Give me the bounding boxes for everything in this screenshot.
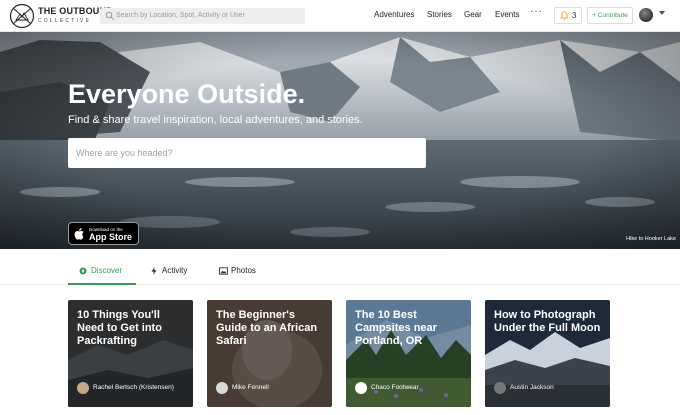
tab-photos-label: Photos	[231, 266, 256, 275]
nav-stories[interactable]: Stories	[427, 10, 452, 20]
tab-photos[interactable]: Photos	[219, 266, 264, 276]
active-tab-indicator	[68, 283, 136, 285]
compass-icon	[79, 267, 87, 275]
author-avatar	[355, 382, 367, 394]
author-name: Mike Fennell	[232, 384, 269, 391]
story-card[interactable]: How to Photograph Under the Full Moon Au…	[485, 300, 610, 407]
author-name: Rachel Bertsch (Kristensen)	[93, 384, 174, 391]
author-name: Chaco Footwear	[371, 384, 419, 391]
chevron-down-icon[interactable]	[659, 11, 665, 15]
search-icon	[105, 11, 114, 20]
apple-icon	[74, 228, 84, 240]
logo-compass-icon[interactable]	[9, 3, 35, 29]
nav-events[interactable]: Events	[495, 10, 519, 20]
nav-gear[interactable]: Gear	[464, 10, 482, 20]
tab-activity[interactable]: Activity	[150, 266, 200, 276]
hero-title: Everyone Outside.	[68, 79, 306, 109]
brand-subtitle: COLLECTIVE	[38, 18, 92, 24]
notifications-button[interactable]: 3	[554, 7, 582, 24]
story-card[interactable]: The 10 Best Campsites near Portland, OR …	[346, 300, 471, 407]
tab-discover[interactable]: Discover	[79, 266, 139, 276]
author-name: Austin Jackson	[510, 384, 554, 391]
destination-search-placeholder: Where are you headed?	[76, 148, 173, 158]
card-title: How to Photograph Under the Full Moon	[494, 309, 601, 334]
story-card[interactable]: 10 Things You'll Need to Get into Packra…	[68, 300, 193, 407]
tab-activity-label: Activity	[162, 266, 188, 275]
user-avatar[interactable]	[639, 8, 653, 22]
hero-subtitle: Find & share travel inspiration, local a…	[68, 114, 363, 126]
card-title: The Beginner's Guide to an African Safar…	[216, 309, 318, 347]
nav-adventures[interactable]: Adventures	[374, 10, 414, 20]
notification-count: 3	[572, 11, 577, 20]
app-store-label: App Store	[89, 232, 133, 242]
author-avatar	[494, 382, 506, 394]
author-avatar	[77, 382, 89, 394]
story-card[interactable]: The Beginner's Guide to an African Safar…	[207, 300, 332, 407]
contribute-button[interactable]: + Contribute	[587, 7, 633, 24]
card-title: 10 Things You'll Need to Get into Packra…	[77, 309, 162, 347]
bell-icon	[560, 11, 569, 20]
tab-discover-label: Discover	[91, 266, 123, 275]
image-icon	[219, 267, 228, 275]
top-navigation-bar: THE OUTBOUND COLLECTIVE Search by Locati…	[0, 0, 680, 32]
more-menu-button[interactable]: ···	[530, 7, 543, 17]
destination-search-input[interactable]: Where are you headed?	[68, 138, 426, 168]
app-store-badge[interactable]: Download on the App Store	[68, 222, 139, 245]
search-placeholder: Search by Location, Spot, Activity or Us…	[116, 12, 245, 19]
card-title: The 10 Best Campsites near Portland, OR	[355, 309, 437, 347]
hero-photo-caption[interactable]: Hike to Hooker Lake	[626, 236, 676, 243]
bolt-icon	[151, 267, 157, 275]
author-avatar	[216, 382, 228, 394]
